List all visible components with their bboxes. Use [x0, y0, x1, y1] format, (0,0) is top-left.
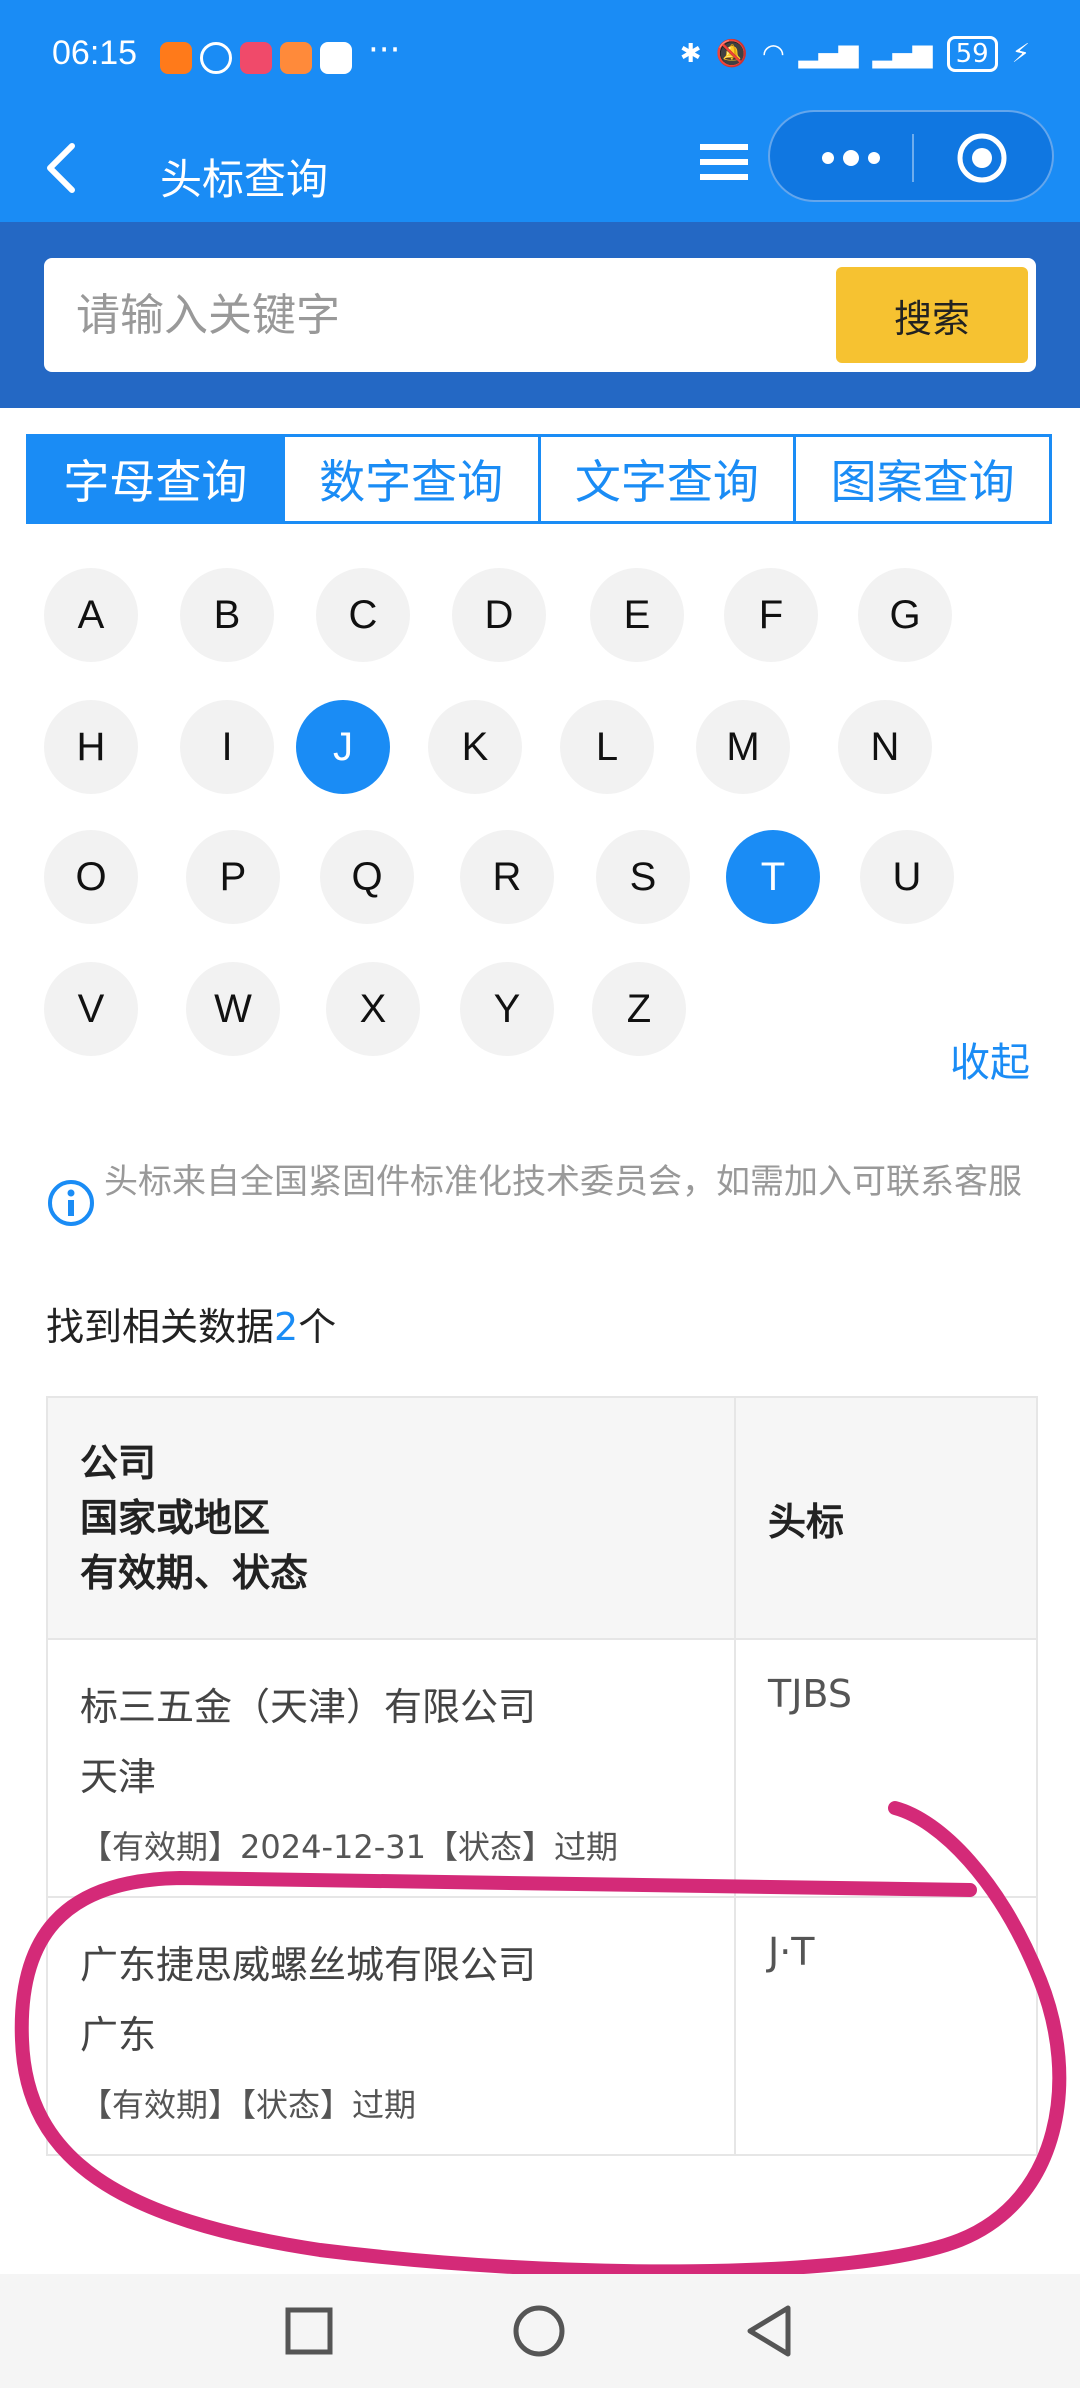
letter-button-x[interactable]: X: [326, 962, 420, 1056]
table-header-row: 公司 国家或地区 有效期、状态 头标: [46, 1396, 1038, 1640]
tab-pattern-query[interactable]: 图案查询: [793, 434, 1052, 524]
letter-button-i[interactable]: I: [180, 700, 274, 794]
letter-button-a[interactable]: A: [44, 568, 138, 662]
header-validity: 有效期、状态: [80, 1551, 309, 1595]
letter-button-h[interactable]: H: [44, 700, 138, 794]
result-count-suffix: 个: [298, 1305, 337, 1349]
tab-text-query[interactable]: 文字查询: [537, 434, 797, 524]
bluetooth-icon: ✱: [679, 39, 702, 69]
results-table: 公司 国家或地区 有效期、状态 头标 标三五金（天津）有限公司 天津 【有效期】…: [46, 1396, 1038, 2156]
letter-button-z[interactable]: Z: [592, 962, 686, 1056]
search-band: 搜索: [0, 222, 1080, 408]
row-company-info: 标三五金（天津）有限公司 天津 【有效期】2024-12-31【状态】过期: [46, 1638, 736, 1898]
letter-button-d[interactable]: D: [452, 568, 546, 662]
row-validity: 【有效期】【状态】过期: [80, 2086, 417, 2124]
table-row[interactable]: 广东捷思威螺丝城有限公司 广东 【有效期】【状态】过期 J·T: [46, 1896, 1038, 2156]
status-bar: 06:15 ··· ✱ 🔕 ◠ ▂▄▆ ▂▄▆ 59 ⚡: [0, 0, 1080, 120]
tab-letter-query[interactable]: 字母查询: [26, 434, 285, 524]
triangle-back-nav-icon[interactable]: [736, 2298, 802, 2364]
result-count-number: 2: [274, 1305, 299, 1349]
row-company-info: 广东捷思威螺丝城有限公司 广东 【有效期】【状态】过期: [46, 1896, 736, 2156]
collapse-link[interactable]: 收起: [950, 1030, 1030, 1088]
header-company: 公司: [80, 1441, 157, 1485]
info-icon: [48, 1180, 94, 1226]
more-dots-icon[interactable]: [816, 130, 886, 186]
letter-button-s[interactable]: S: [596, 830, 690, 924]
table-row[interactable]: 标三五金（天津）有限公司 天津 【有效期】2024-12-31【状态】过期 TJ…: [46, 1638, 1038, 1898]
square-nav-icon[interactable]: [276, 2298, 342, 2364]
letter-button-r[interactable]: R: [460, 830, 554, 924]
status-right: ✱ 🔕 ◠ ▂▄▆ ▂▄▆ 59 ⚡: [680, 36, 1030, 72]
page-title: 头标查询: [160, 155, 329, 204]
tab-number-query[interactable]: 数字查询: [281, 434, 541, 524]
row-region: 天津: [80, 1755, 157, 1799]
letter-button-q[interactable]: Q: [320, 830, 414, 924]
qq-icon: [320, 42, 352, 74]
row-mark: J·T: [734, 1896, 1038, 2156]
circle-nav-icon[interactable]: [506, 2298, 572, 2364]
wifi-icon: ◠: [761, 39, 785, 69]
battery-icon: 59: [946, 36, 998, 72]
search-box: 搜索: [44, 258, 1036, 372]
status-time: 06:15: [52, 34, 138, 72]
app-notification-icon: [280, 42, 312, 74]
result-count: 找到相关数据2个: [46, 1296, 336, 1351]
back-arrow-icon[interactable]: [42, 138, 82, 198]
query-tabs: 字母查询 数字查询 文字查询 图案查询: [26, 434, 1052, 524]
letter-button-e[interactable]: E: [590, 568, 684, 662]
letter-button-l[interactable]: L: [560, 700, 654, 794]
mute-icon: 🔕: [715, 39, 748, 69]
wechat-icon: [200, 42, 232, 74]
target-icon[interactable]: [956, 132, 1008, 184]
header-region: 国家或地区: [80, 1496, 271, 1540]
header-company-info: 公司 国家或地区 有效期、状态: [46, 1396, 736, 1640]
letter-button-p[interactable]: P: [186, 830, 280, 924]
row-mark: TJBS: [734, 1638, 1038, 1898]
letter-button-t[interactable]: T: [726, 830, 820, 924]
letter-button-w[interactable]: W: [186, 962, 280, 1056]
letter-button-f[interactable]: F: [724, 568, 818, 662]
miniprogram-capsule: [768, 110, 1054, 202]
row-validity: 【有效期】2024-12-31【状态】过期: [80, 1828, 618, 1866]
row-region: 广东: [80, 2013, 157, 2057]
result-count-prefix: 找到相关数据: [46, 1305, 275, 1349]
search-button[interactable]: 搜索: [836, 267, 1028, 363]
search-input[interactable]: [76, 278, 836, 352]
header-mark: 头标: [734, 1396, 1038, 1640]
signal-4g-icon: ▂▄▆: [872, 39, 933, 69]
letter-button-c[interactable]: C: [316, 568, 410, 662]
app-notification-icon: [160, 42, 192, 74]
letter-button-j[interactable]: J: [296, 700, 390, 794]
letter-button-b[interactable]: B: [180, 568, 274, 662]
capsule-divider: [912, 134, 914, 182]
letter-button-u[interactable]: U: [860, 830, 954, 924]
letter-button-m[interactable]: M: [696, 700, 790, 794]
letter-button-n[interactable]: N: [838, 700, 932, 794]
status-more: ···: [368, 30, 401, 70]
signal-5g-icon: ▂▄▆: [798, 39, 859, 69]
letter-button-g[interactable]: G: [858, 568, 952, 662]
notice-text: 头标来自全国紧固件标准化技术委员会，如需加入可联系客服: [104, 1162, 1022, 1202]
letter-button-v[interactable]: V: [44, 962, 138, 1056]
letter-button-o[interactable]: O: [44, 830, 138, 924]
app-notification-icon: [240, 42, 272, 74]
notification-icons: [160, 42, 352, 74]
charging-icon: ⚡: [1011, 39, 1030, 69]
menu-icon[interactable]: [698, 132, 750, 192]
letter-button-y[interactable]: Y: [460, 962, 554, 1056]
letter-button-k[interactable]: K: [428, 700, 522, 794]
system-nav-bar: [0, 2274, 1080, 2388]
row-company: 标三五金（天津）有限公司: [80, 1685, 537, 1729]
row-company: 广东捷思威螺丝城有限公司: [80, 1943, 537, 1987]
